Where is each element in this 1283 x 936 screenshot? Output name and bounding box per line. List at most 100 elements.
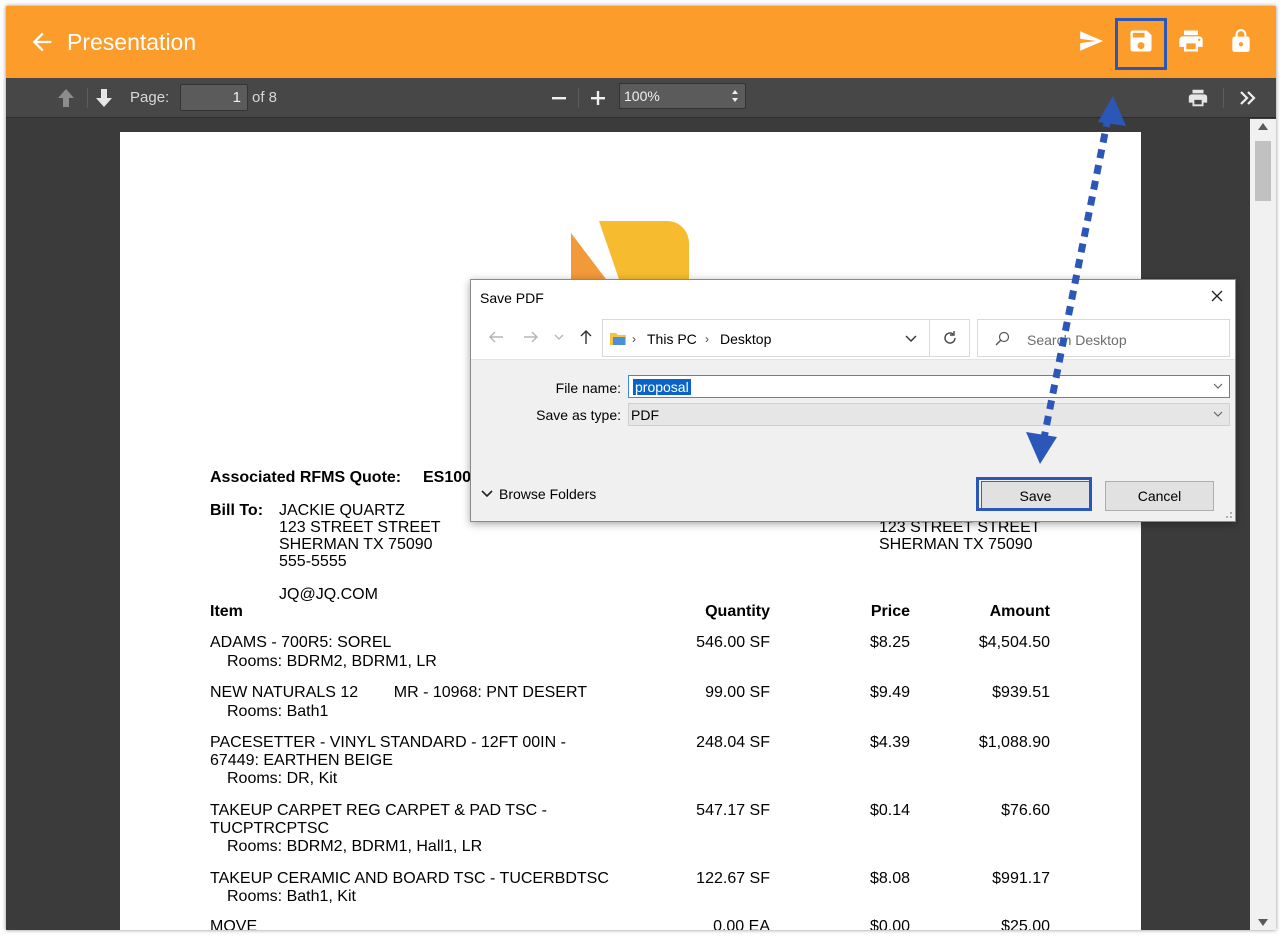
line-item-description: ADAMS - 700R5: SOREL bbox=[210, 634, 392, 651]
breadcrumb-chevron-icon: › bbox=[632, 332, 636, 346]
bill-to-line: 123 STREET STREET bbox=[279, 519, 441, 536]
line-item-quantity: 248.04 SF bbox=[696, 734, 770, 751]
file-name-field[interactable]: proposal bbox=[628, 375, 1230, 398]
up-folder-arrow-icon[interactable] bbox=[577, 328, 595, 346]
page-title: Presentation bbox=[67, 29, 197, 55]
line-item-price: $8.08 bbox=[869, 870, 910, 887]
line-item-price: $8.25 bbox=[869, 634, 910, 651]
pdf-page: Associated RFMS Quote: ES100 Bill To: JA… bbox=[120, 132, 1141, 930]
pdf-print-icon[interactable] bbox=[1186, 86, 1210, 110]
folder-icon bbox=[610, 333, 626, 345]
line-item-description: 67449: EARTHEN BEIGE bbox=[210, 752, 393, 769]
column-header-price: Price bbox=[870, 603, 910, 620]
line-item-description: NEW NATURALS 12 MR - 10968: PNT DESERT bbox=[210, 684, 587, 701]
line-item-description: MOVE bbox=[210, 918, 258, 930]
back-arrow-icon[interactable] bbox=[487, 328, 505, 346]
tools-double-chevron-icon[interactable] bbox=[1236, 86, 1260, 110]
zoom-select[interactable]: 100% bbox=[619, 83, 746, 109]
page-number-input[interactable]: 1 bbox=[180, 84, 248, 111]
line-item-quantity: 0.00 EA bbox=[713, 918, 770, 930]
bill-to-label: Bill To: bbox=[210, 502, 264, 519]
line-item-price: $9.49 bbox=[869, 684, 910, 701]
quote-label: Associated RFMS Quote: bbox=[210, 469, 402, 486]
line-item-description: TAKEUP CERAMIC AND BOARD TSC - TUCERBDTS… bbox=[210, 870, 609, 887]
print-icon[interactable] bbox=[1174, 24, 1208, 58]
line-item-amount: $76.60 bbox=[1001, 802, 1050, 819]
save-as-type-label: Save as type: bbox=[536, 407, 621, 423]
toolbar-divider bbox=[87, 88, 88, 108]
lock-icon[interactable] bbox=[1224, 24, 1258, 58]
scroll-up-arrow-icon[interactable] bbox=[1258, 123, 1268, 130]
line-item-amount: $991.17 bbox=[992, 870, 1050, 887]
line-item-rooms: Rooms: Bath1 bbox=[227, 703, 329, 720]
line-item-rooms: Rooms: DR, Kit bbox=[227, 770, 338, 787]
bill-to-line: SHERMAN TX 75090 bbox=[279, 536, 433, 553]
column-header-quantity: Quantity bbox=[705, 603, 770, 620]
breadcrumb-this-pc[interactable]: This PC bbox=[647, 331, 697, 347]
chevron-down-icon bbox=[481, 490, 493, 498]
column-header-item: Item bbox=[210, 603, 243, 620]
save-button-highlight bbox=[976, 477, 1092, 511]
bill-to-line: JQ@JQ.COM bbox=[279, 586, 378, 603]
previous-page-icon[interactable] bbox=[54, 86, 78, 110]
save-as-type-select[interactable]: PDF bbox=[628, 403, 1230, 426]
browse-folders-toggle[interactable]: Browse Folders bbox=[481, 486, 596, 502]
pdf-toolbar: Page: 1 of 8 100% bbox=[6, 78, 1276, 118]
refresh-button[interactable] bbox=[930, 319, 970, 357]
dialog-title: Save PDF bbox=[480, 290, 544, 306]
search-placeholder: Search Desktop bbox=[1027, 332, 1127, 348]
pdf-viewer[interactable]: Associated RFMS Quote: ES100 Bill To: JA… bbox=[6, 119, 1250, 930]
line-item-quantity: 122.67 SF bbox=[696, 870, 770, 887]
line-item-description: TAKEUP CARPET REG CARPET & PAD TSC - bbox=[210, 802, 547, 819]
resize-grip-icon[interactable] bbox=[1223, 509, 1233, 519]
zoom-out-icon[interactable] bbox=[547, 86, 571, 110]
dialog-navigation-bar: › This PC › Desktop Search Desktop bbox=[471, 314, 1235, 360]
refresh-icon bbox=[943, 331, 956, 344]
forward-arrow-icon[interactable] bbox=[522, 328, 540, 346]
search-input[interactable]: Search Desktop bbox=[977, 319, 1230, 357]
back-arrow-icon[interactable] bbox=[28, 28, 56, 56]
chevron-down-icon[interactable] bbox=[1213, 383, 1223, 390]
save-as-type-value: PDF bbox=[631, 407, 659, 423]
save-pdf-dialog: Save PDF › This PC › Desktop Search Desk… bbox=[470, 279, 1236, 522]
browse-folders-label: Browse Folders bbox=[499, 486, 597, 502]
line-item-quantity: 547.17 SF bbox=[696, 802, 770, 819]
line-item-amount: $4,504.50 bbox=[978, 634, 1050, 651]
file-name-label: File name: bbox=[555, 380, 621, 396]
ship-to-line: SHERMAN TX 75090 bbox=[879, 536, 1033, 553]
bill-to-line: 555-5555 bbox=[279, 553, 347, 570]
scrollbar-thumb[interactable] bbox=[1255, 141, 1271, 201]
chevron-down-icon bbox=[1213, 411, 1223, 417]
bill-to-line: JACKIE QUARTZ bbox=[279, 502, 405, 519]
line-item-rooms: Rooms: BDRM2, BDRM1, Hall1, LR bbox=[227, 838, 483, 855]
address-dropdown-chevron-icon[interactable] bbox=[905, 334, 917, 344]
breadcrumb-chevron-icon: › bbox=[705, 332, 709, 346]
toolbar-divider bbox=[578, 88, 579, 108]
line-item-price: $0.14 bbox=[869, 802, 910, 819]
line-item-description: TUCPTRCPTSC bbox=[210, 820, 330, 837]
cancel-button[interactable]: Cancel bbox=[1105, 481, 1214, 511]
close-icon[interactable] bbox=[1209, 288, 1225, 304]
zoom-in-icon[interactable] bbox=[586, 86, 610, 110]
line-item-quantity: 99.00 SF bbox=[705, 684, 770, 701]
dialog-titlebar: Save PDF bbox=[471, 280, 1235, 314]
send-icon[interactable] bbox=[1074, 24, 1108, 58]
search-icon bbox=[995, 331, 1010, 346]
select-arrows-icon bbox=[732, 90, 738, 102]
line-item-price: $0.00 bbox=[869, 918, 910, 930]
line-item-price: $4.39 bbox=[869, 734, 910, 751]
line-item-quantity: 546.00 SF bbox=[696, 634, 770, 651]
page-label: Page: bbox=[130, 89, 170, 106]
page-count: of 8 bbox=[252, 89, 278, 106]
file-name-value: proposal bbox=[633, 379, 691, 395]
scroll-down-arrow-icon[interactable] bbox=[1258, 919, 1268, 926]
line-item-amount: $25.00 bbox=[1001, 918, 1050, 930]
breadcrumb-desktop[interactable]: Desktop bbox=[720, 331, 771, 347]
recent-locations-chevron-icon[interactable] bbox=[553, 328, 565, 346]
address-bar[interactable]: › This PC › Desktop bbox=[602, 319, 930, 357]
vertical-scrollbar[interactable] bbox=[1250, 119, 1276, 930]
line-item-amount: $939.51 bbox=[992, 684, 1050, 701]
app-window: Presentation Page: 1 of 8 100% Associate… bbox=[6, 6, 1276, 930]
next-page-icon[interactable] bbox=[92, 86, 116, 110]
app-header: Presentation bbox=[6, 6, 1276, 78]
